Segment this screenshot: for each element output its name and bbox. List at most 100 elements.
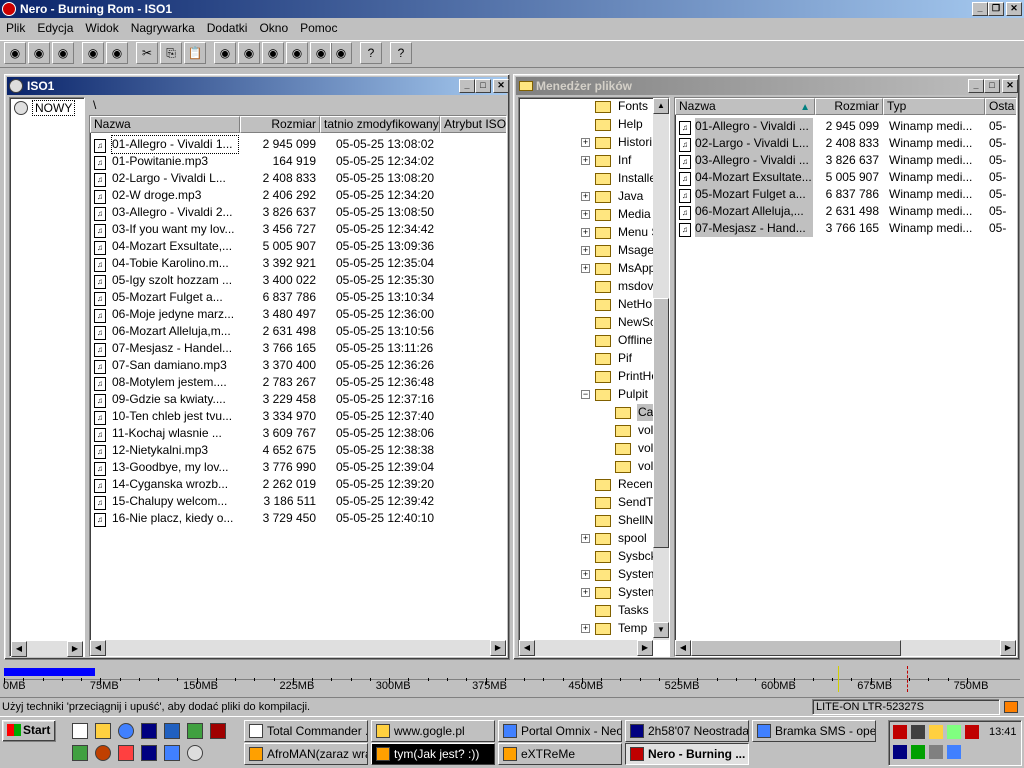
fm-tree-item[interactable]: SendT	[519, 494, 653, 512]
iso-file-row[interactable]: ♫ 06-Moje jedyne marz... 3 480 497 05-05…	[90, 306, 506, 323]
iso-file-row[interactable]: ♫ 16-Nie placz, kiedy o... 3 729 450 05-…	[90, 510, 506, 527]
iso-file-row[interactable]: ♫ 15-Chalupy welcom... 3 186 511 05-05-2…	[90, 493, 506, 510]
fm-tree-item[interactable]: + Temp	[519, 620, 653, 638]
help-icon[interactable]: ?	[360, 42, 382, 64]
tray-network-icon[interactable]	[893, 725, 907, 739]
iso-list-hscroll[interactable]: ◀ ▶	[90, 640, 506, 656]
iso-file-row[interactable]: ♫ 12-Nietykalni.mp3 4 652 675 05-05-25 1…	[90, 442, 506, 459]
tray-users-icon[interactable]	[947, 745, 961, 759]
iso-file-row[interactable]: ♫ 11-Kochaj wlasnie ... 3 609 767 05-05-…	[90, 425, 506, 442]
fm-file-row[interactable]: ♫ 05-Mozart Fulget a... 6 837 786 Winamp…	[675, 186, 1016, 203]
cd-burn-icon[interactable]: ◉	[214, 42, 236, 64]
minimize-button[interactable]: _	[972, 2, 988, 16]
fm-tree-item[interactable]: vol2	[519, 440, 660, 458]
fm-tree-item[interactable]: NewSc	[519, 314, 656, 332]
fm-file-row[interactable]: ♫ 07-Mesjasz - Hand... 3 766 165 Winamp …	[675, 220, 1016, 237]
scroll-left-icon[interactable]: ◀	[90, 640, 106, 656]
iso-file-row[interactable]: ♫ 02-W droge.mp3 2 406 292 05-05-25 12:3…	[90, 187, 506, 204]
copy-icon[interactable]: ⎘	[160, 42, 182, 64]
fm-tree-item[interactable]: Help	[519, 116, 653, 134]
fm-file-row[interactable]: ♫ 06-Mozart Alleluja,... 2 631 498 Winam…	[675, 203, 1016, 220]
iso-file-row[interactable]: ♫ 04-Tobie Karolino.m... 3 392 921 05-05…	[90, 255, 506, 272]
taskbar-button[interactable]: eXTReMe	[498, 743, 622, 765]
fm-tree-item[interactable]: + Msage	[519, 242, 654, 260]
iso-file-row[interactable]: ♫ 03-Allegro - Vivaldi 2... 3 826 637 05…	[90, 204, 506, 221]
open-icon[interactable]: ◉	[28, 42, 50, 64]
iso-tree-hscroll[interactable]: ◀ ▶	[11, 641, 83, 657]
compilation-info-icon[interactable]: ◉	[82, 42, 104, 64]
fm-tree-item[interactable]: + spool	[519, 530, 653, 548]
quicklaunch-notes-icon[interactable]	[95, 723, 111, 739]
fm-col-nazwa[interactable]: Nazwa ▲	[675, 98, 815, 115]
fm-tree-item[interactable]: + MsApp	[519, 260, 655, 278]
expand-icon[interactable]: +	[581, 228, 590, 237]
menu-item-1[interactable]: Edycja	[31, 19, 79, 37]
iso-tree-root[interactable]: NOWY	[14, 100, 80, 116]
scroll-up-icon[interactable]: ▲	[653, 98, 669, 114]
fm-tree-item[interactable]: Pif	[519, 350, 653, 368]
expand-icon[interactable]: +	[581, 588, 590, 597]
tray-pencil-icon[interactable]	[929, 725, 943, 739]
taskbar-button[interactable]: www.gogle.pl	[371, 720, 495, 742]
start-button[interactable]: Start	[2, 720, 56, 742]
fm-tree-item[interactable]: + System	[519, 584, 658, 602]
quicklaunch-tp-icon[interactable]	[141, 745, 157, 761]
iso-file-row[interactable]: ♫ 13-Goodbye, my lov... 3 776 990 05-05-…	[90, 459, 506, 476]
fm-tree-item[interactable]: + Menu S	[519, 224, 659, 242]
taskbar-button[interactable]: AfroMAN(zaraz wra...	[244, 743, 368, 765]
iso-file-row[interactable]: ♫ 05-Igy szolt hozzam ... 3 400 022 05-0…	[90, 272, 506, 289]
fm-tree-item[interactable]: − Pulpit	[519, 386, 653, 404]
taskbar-button[interactable]: Nero - Burning ...	[625, 743, 749, 765]
quicklaunch-app-icon[interactable]	[187, 723, 203, 739]
fm-tree-item[interactable]: PrintHo	[519, 368, 658, 386]
cd-info-icon[interactable]: ◉	[262, 42, 284, 64]
tray-tp-icon[interactable]	[893, 745, 907, 759]
fm-col-typ[interactable]: Typ	[883, 98, 985, 115]
scroll-right-icon[interactable]: ▶	[490, 640, 506, 656]
cd-copy-icon[interactable]: ◉	[238, 42, 260, 64]
iso-file-row[interactable]: ♫ 10-Ten chleb jest tvu... 3 334 970 05-…	[90, 408, 506, 425]
expand-icon[interactable]: +	[581, 156, 590, 165]
col-modified[interactable]: tatnio zmodyfikowany	[320, 116, 440, 133]
quicklaunch-desktop-icon[interactable]	[72, 723, 88, 739]
fm-tree-item[interactable]: ShellN	[519, 512, 653, 530]
iso-file-row[interactable]: ♫ 01-Allegro - Vivaldi 1... 2 945 099 05…	[90, 135, 506, 154]
fm-tree-item[interactable]: Installe	[519, 170, 656, 188]
quicklaunch-disc-icon[interactable]	[187, 745, 203, 761]
restore-button[interactable]: ❐	[988, 2, 1004, 16]
quicklaunch-network-icon[interactable]	[164, 745, 180, 761]
fm-list-hscroll[interactable]: ◀ ▶	[675, 640, 1016, 656]
scroll-left-icon[interactable]: ◀	[675, 640, 691, 656]
scroll-thumb[interactable]	[691, 640, 901, 656]
quicklaunch-ie-icon[interactable]	[118, 723, 134, 739]
iso-file-row[interactable]: ♫ 01-Powitanie.mp3 164 919 05-05-25 12:3…	[90, 153, 506, 170]
iso-maximize-button[interactable]: □	[475, 79, 491, 93]
fm-tree-item[interactable]: Fonts	[519, 98, 653, 116]
fm-col-rozmiar[interactable]: Rozmiar	[815, 98, 883, 115]
menu-item-2[interactable]: Widok	[79, 19, 124, 37]
burn-icon[interactable]: ◉	[106, 42, 128, 64]
clock[interactable]: 13:41	[989, 725, 1017, 739]
fm-tree-item[interactable]: vol1	[519, 422, 660, 440]
fm-tree-hscroll[interactable]: ◀ ▶	[519, 640, 653, 656]
fm-tree-item[interactable]: NetHo	[519, 296, 653, 314]
paste-icon[interactable]: 📋	[184, 42, 206, 64]
scroll-right-icon[interactable]: ▶	[67, 641, 83, 657]
tray-tools-icon[interactable]	[911, 725, 925, 739]
tray-monitor-icon[interactable]	[929, 745, 943, 759]
col-iso-attr[interactable]: Atrybut ISO	[440, 116, 506, 133]
taskbar-button[interactable]: Bramka SMS - ope...	[752, 720, 876, 742]
tray-play-icon[interactable]	[911, 745, 925, 759]
fm-file-row[interactable]: ♫ 04-Mozart Exsultate... 5 005 907 Winam…	[675, 169, 1016, 186]
menu-item-3[interactable]: Nagrywarka	[125, 19, 201, 37]
fm-tree-item[interactable]: + System	[519, 566, 658, 584]
iso-file-row[interactable]: ♫ 06-Mozart Alleluja,m... 2 631 498 05-0…	[90, 323, 506, 340]
expand-icon[interactable]: +	[581, 192, 590, 201]
close-button[interactable]: ✕	[1006, 2, 1022, 16]
fm-file-row[interactable]: ♫ 01-Allegro - Vivaldi ... 2 945 099 Win…	[675, 118, 1016, 135]
fm-tree-item[interactable]: Cap	[519, 404, 662, 422]
fm-tree-item[interactable]: Sysbck	[519, 548, 657, 566]
scroll-right-icon[interactable]: ▶	[637, 640, 653, 656]
fm-tree-item[interactable]: + Media	[519, 206, 653, 224]
menu-item-0[interactable]: Plik	[0, 19, 31, 37]
